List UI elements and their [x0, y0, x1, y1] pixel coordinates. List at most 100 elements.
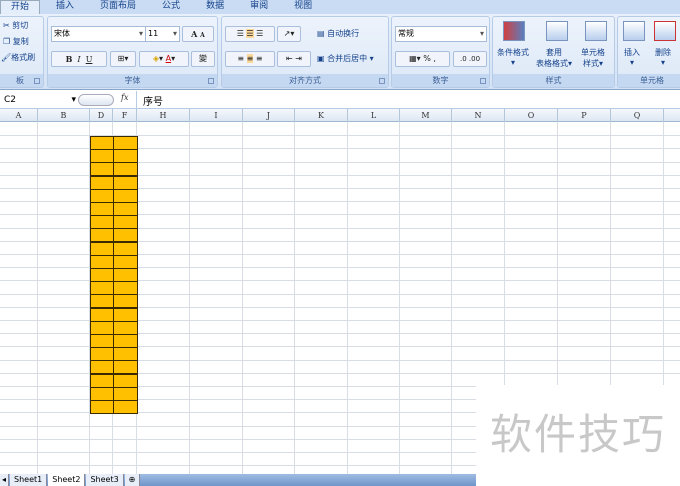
highlighted-cell[interactable]: [90, 136, 114, 150]
highlighted-cell[interactable]: [90, 400, 114, 414]
highlighted-cell[interactable]: [90, 176, 114, 190]
column-header-j[interactable]: J: [243, 109, 295, 122]
highlighted-cell[interactable]: [90, 281, 114, 295]
highlighted-cell[interactable]: [113, 136, 138, 150]
tab-review[interactable]: 审阅: [240, 0, 278, 14]
highlighted-cell[interactable]: [113, 202, 138, 216]
vertical-align-buttons[interactable]: ☰ ☰ ☰: [225, 26, 275, 42]
highlighted-cell[interactable]: [90, 242, 114, 256]
highlighted-cell[interactable]: [90, 202, 114, 216]
column-header-b[interactable]: B: [38, 109, 90, 122]
highlighted-cell[interactable]: [113, 334, 138, 348]
highlighted-cell[interactable]: [90, 360, 114, 374]
highlighted-cell[interactable]: [113, 347, 138, 361]
column-header-o[interactable]: O: [505, 109, 558, 122]
column-header-l[interactable]: L: [348, 109, 400, 122]
shrink-font-icon[interactable]: A: [200, 32, 205, 39]
column-header-m[interactable]: M: [400, 109, 452, 122]
sheet-tab-sheet3[interactable]: Sheet3: [86, 474, 124, 486]
highlighted-cell[interactable]: [90, 294, 114, 308]
column-header-n[interactable]: N: [452, 109, 505, 122]
highlighted-cell[interactable]: [90, 228, 114, 242]
currency-icon[interactable]: ▦▾: [409, 54, 421, 63]
dialog-launcher-icon[interactable]: [379, 78, 385, 84]
copy-button[interactable]: ❐ 复制: [3, 36, 29, 47]
highlighted-cell[interactable]: [113, 360, 138, 374]
horizontal-align-buttons[interactable]: ≡ ≡ ≡: [225, 51, 275, 67]
highlighted-cell[interactable]: [113, 321, 138, 335]
column-header-i[interactable]: I: [190, 109, 243, 122]
highlighted-cell[interactable]: [90, 189, 114, 203]
highlighted-cell[interactable]: [90, 387, 114, 401]
font-color-button[interactable]: A: [166, 54, 171, 63]
delete-cells-button[interactable]: 删除 ▾: [655, 47, 671, 67]
comma-button[interactable]: ,: [433, 54, 436, 63]
highlighted-cell[interactable]: [113, 215, 138, 229]
column-header-a[interactable]: A: [0, 109, 38, 122]
phonetic-button[interactable]: 變: [191, 51, 215, 67]
dialog-launcher-icon[interactable]: [34, 78, 40, 84]
percent-button[interactable]: %: [423, 54, 431, 63]
highlighted-cell[interactable]: [90, 162, 114, 176]
highlighted-cell[interactable]: [90, 215, 114, 229]
merge-center-button[interactable]: ▣ 合并后居中 ▾: [317, 53, 374, 64]
number-format-select[interactable]: 常规 ▾: [395, 26, 487, 42]
font-name-select[interactable]: 宋体 ▾: [51, 26, 146, 42]
dialog-launcher-icon[interactable]: [208, 78, 214, 84]
highlighted-cell[interactable]: [90, 347, 114, 361]
name-box[interactable]: C2 ▾: [4, 93, 76, 107]
highlighted-cell[interactable]: [113, 149, 138, 163]
highlighted-cell[interactable]: [113, 228, 138, 242]
column-header-f[interactable]: F: [113, 109, 137, 122]
highlighted-cell[interactable]: [90, 149, 114, 163]
tab-page-layout[interactable]: 页面布局: [90, 0, 146, 14]
column-header-p[interactable]: P: [558, 109, 611, 122]
bold-button[interactable]: B: [66, 54, 73, 64]
tab-data[interactable]: 数据: [196, 0, 234, 14]
tab-home[interactable]: 开始: [0, 0, 41, 14]
fx-button[interactable]: fx: [121, 93, 128, 102]
tab-view[interactable]: 视图: [284, 0, 322, 14]
highlighted-cell[interactable]: [113, 281, 138, 295]
highlighted-cell[interactable]: [113, 308, 138, 322]
formula-bar-slider[interactable]: [78, 94, 114, 106]
font-size-select[interactable]: 11 ▾: [145, 26, 180, 42]
tab-formulas[interactable]: 公式: [152, 0, 190, 14]
border-button[interactable]: ⊞▾: [110, 51, 136, 67]
formula-input[interactable]: 序号: [143, 93, 163, 108]
highlighted-cell[interactable]: [113, 189, 138, 203]
highlighted-cell[interactable]: [90, 374, 114, 388]
highlighted-cell[interactable]: [113, 268, 138, 282]
grow-font-icon[interactable]: A: [191, 29, 197, 39]
insert-sheet-icon[interactable]: ⊕: [124, 474, 141, 486]
italic-button[interactable]: I: [77, 55, 80, 64]
decrease-decimal-button[interactable]: .00: [469, 55, 480, 63]
sheet-tab-sheet2[interactable]: Sheet2: [48, 474, 86, 486]
highlighted-cell[interactable]: [113, 374, 138, 388]
column-header-k[interactable]: K: [295, 109, 348, 122]
highlighted-cell[interactable]: [90, 268, 114, 282]
dialog-launcher-icon[interactable]: [480, 78, 486, 84]
cut-button[interactable]: ✂ 剪切: [3, 20, 28, 31]
highlighted-cell[interactable]: [113, 162, 138, 176]
highlighted-cell[interactable]: [113, 400, 138, 414]
column-header-q[interactable]: Q: [611, 109, 664, 122]
highlighted-cell[interactable]: [90, 334, 114, 348]
underline-button[interactable]: U: [86, 55, 93, 64]
highlighted-cell[interactable]: [113, 294, 138, 308]
sheet-nav-button[interactable]: ◂: [0, 474, 10, 486]
sheet-tab-sheet1[interactable]: Sheet1: [10, 474, 48, 486]
highlighted-cell[interactable]: [90, 255, 114, 269]
highlighted-cell[interactable]: [90, 321, 114, 335]
insert-cells-button[interactable]: 插入 ▾: [624, 47, 640, 67]
highlighted-cell[interactable]: [113, 176, 138, 190]
fill-color-icon[interactable]: ◈: [153, 54, 159, 63]
indent-buttons[interactable]: ⇤ ⇥: [277, 51, 311, 67]
column-header-d[interactable]: D: [90, 109, 113, 122]
cell-styles-button[interactable]: 单元格 样式▾: [581, 47, 605, 69]
wrap-text-button[interactable]: ▤ 自动换行: [317, 28, 359, 39]
format-painter-button[interactable]: 🖌格式刷: [1, 52, 35, 63]
font-grow-shrink-buttons[interactable]: A A: [182, 26, 214, 42]
highlighted-cell[interactable]: [113, 242, 138, 256]
tab-insert[interactable]: 插入: [46, 0, 84, 14]
